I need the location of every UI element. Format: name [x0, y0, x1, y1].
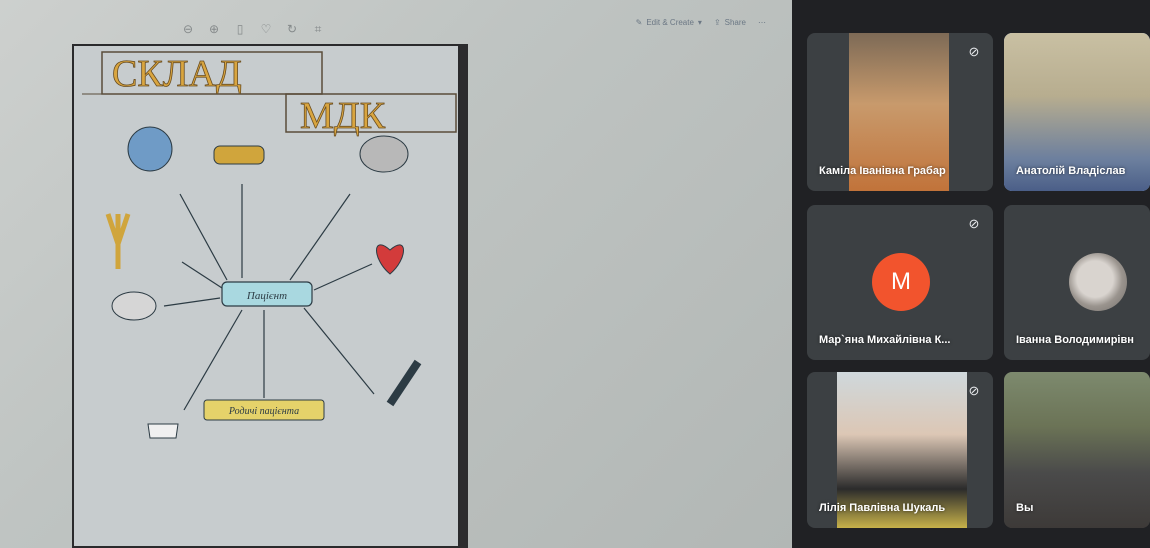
syringe-icon	[386, 359, 422, 407]
edit-icon: ✎	[635, 18, 643, 27]
participant-name: Вы	[1016, 502, 1034, 514]
participant-name: Мар`яна Михайлівна К...	[819, 334, 951, 346]
participant-tile[interactable]: ⊘ M Мар`яна Михайлівна К...	[807, 205, 993, 360]
viewer-right-tools: ✎ Edit & Create ▾ ⇪ Share ⋯	[636, 18, 766, 27]
trash-icon[interactable]: ▯	[232, 22, 248, 36]
shared-document-page: СКЛАД МДК Пацієнт Родичі пацієнта	[72, 44, 460, 548]
crop-icon[interactable]: ⌗	[310, 22, 326, 37]
participant-tile[interactable]: ⊘ Лілія Павлівна Шукаль	[807, 372, 993, 528]
zoom-out-icon[interactable]: ⊖	[180, 22, 196, 36]
zoom-in-icon[interactable]: ⊕	[206, 22, 222, 36]
chevron-down-icon: ▾	[697, 18, 702, 27]
image-viewer-toolbar: ⊖ ⊕ ▯ ♡ ↻ ⌗	[180, 18, 326, 40]
more-button[interactable]: ⋯	[758, 18, 766, 27]
participant-name: Лілія Павлівна Шукаль	[819, 502, 946, 514]
share-button[interactable]: ⇪ Share	[714, 18, 746, 27]
shared-screen: ⊖ ⊕ ▯ ♡ ↻ ⌗ ✎ Edit & Create ▾ ⇪ Share ⋯ …	[0, 0, 792, 548]
dumbbell-icon	[213, 145, 265, 165]
participant-tile[interactable]: ⊘ Каміла Іванівна Грабар	[807, 33, 993, 191]
psi-icon	[105, 213, 131, 269]
heart-first-aid-icon	[376, 244, 404, 275]
brain-icon	[359, 135, 409, 173]
avatar	[1069, 253, 1127, 311]
title-top: СКЛАД	[112, 53, 242, 95]
more-icon: ⋯	[758, 18, 766, 27]
center-label: Пацієнт	[246, 290, 287, 302]
kinesiotherapist-icon	[127, 126, 173, 172]
participant-tile[interactable]: Анатолій Владіслав	[1004, 33, 1150, 191]
speech-bubbles-icon	[111, 291, 157, 321]
participant-tile[interactable]: Вы	[1004, 372, 1150, 528]
relatives-label: Родичі пацієнта	[228, 406, 299, 417]
edit-create-button[interactable]: ✎ Edit & Create ▾	[636, 18, 702, 27]
participant-name: Анатолій Владіслав	[1016, 165, 1126, 177]
share-icon: ⇪	[713, 18, 721, 27]
mdk-diagram: СКЛАД МДК Пацієнт Родичі пацієнта	[82, 51, 457, 439]
heart-icon[interactable]: ♡	[258, 22, 274, 36]
title-bottom: МДК	[300, 95, 386, 137]
participant-tile[interactable]: Іванна Володимирівн	[1004, 205, 1150, 360]
participants-panel: ⊘ Каміла Іванівна Грабар Анатолій Владіс…	[792, 0, 1150, 548]
nurse-cap-icon	[147, 423, 179, 439]
mic-off-icon: ⊘	[968, 44, 980, 59]
mic-off-icon: ⊘	[968, 216, 980, 231]
participant-name: Іванна Володимирівн	[1016, 334, 1134, 346]
participant-name: Каміла Іванівна Грабар	[819, 165, 946, 177]
avatar: M	[872, 253, 930, 311]
mic-off-icon: ⊘	[968, 383, 980, 398]
rotate-icon[interactable]: ↻	[284, 22, 300, 36]
